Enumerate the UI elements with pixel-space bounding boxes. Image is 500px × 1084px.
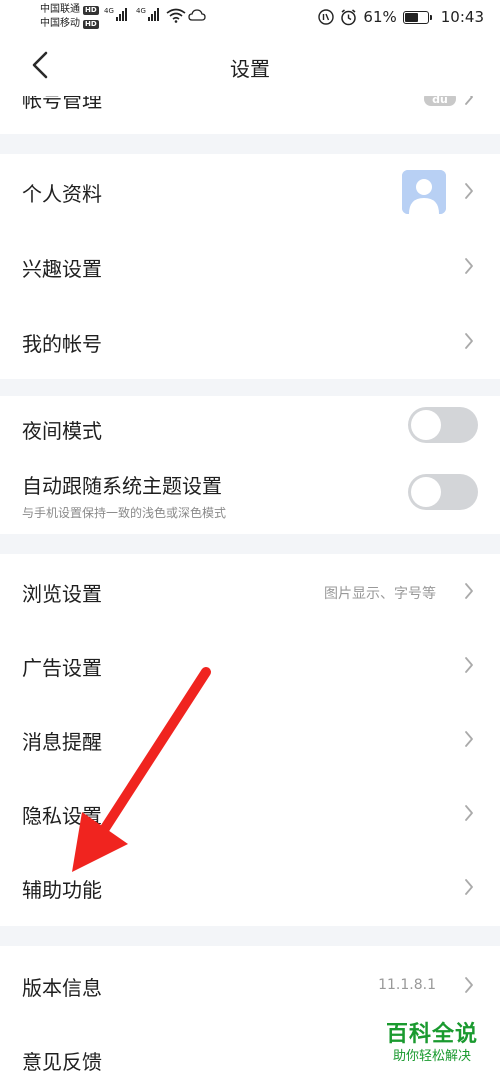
chevron-right-icon [465, 258, 473, 274]
accessibility-label: 辅助功能 [22, 878, 102, 902]
page-title: 设置 [230, 57, 270, 81]
browse-settings-value: 图片显示、字号等 [324, 586, 436, 602]
notification-settings-label: 消息提醒 [22, 730, 102, 754]
my-account-label: 我的帐号 [22, 332, 102, 356]
privacy-settings-row[interactable]: 隐私设置 [0, 776, 500, 850]
browse-settings-label: 浏览设置 [22, 582, 102, 606]
watermark-subtitle: 助你轻松解决 [392, 1049, 471, 1064]
toggle-knob [411, 477, 441, 507]
carrier-2-label: 中国移动 [40, 18, 80, 29]
toggle-knob [411, 410, 441, 440]
follow-system-theme-toggle[interactable] [408, 474, 478, 510]
status-bar: 中国联通 HD 中国移动 HD 4G 4G 61% 10:43 [0, 0, 500, 36]
weather-cloud-icon [188, 9, 206, 21]
accessibility-row[interactable]: 辅助功能 [0, 850, 500, 926]
chevron-right-icon [465, 96, 473, 105]
feedback-label: 意见反馈 [22, 1050, 102, 1074]
follow-system-theme-row: 自动跟随系统主题设置 与手机设置保持一致的浅色或深色模式 [0, 458, 500, 534]
watermark-logo: 百科全说 助你轻松解决 [376, 1022, 488, 1066]
notification-settings-row[interactable]: 消息提醒 [0, 702, 500, 776]
alarm-icon [341, 8, 357, 25]
hd-badge-2: HD [83, 19, 99, 29]
battery-percent: 61% [363, 8, 397, 26]
chevron-right-icon [465, 583, 473, 599]
version-info-label: 版本信息 [22, 976, 102, 1000]
volte-icon [318, 9, 335, 25]
follow-system-theme-label: 自动跟随系统主题设置 [22, 474, 222, 498]
ad-settings-row[interactable]: 广告设置 [0, 628, 500, 702]
chevron-right-icon [465, 183, 473, 199]
status-right: 61% 10:43 [318, 8, 484, 26]
chevron-right-icon [465, 879, 473, 895]
svg-text:du: du [432, 96, 448, 106]
chevron-right-icon [465, 977, 473, 993]
interest-settings-label: 兴趣设置 [22, 257, 102, 281]
account-management-row[interactable]: 帐号管理 du [0, 96, 500, 134]
version-number: 11.1.8.1 [378, 977, 436, 993]
watermark-title: 百科全说 [385, 1022, 478, 1047]
signal-2-icon: 4G [136, 7, 159, 21]
follow-system-theme-description: 与手机设置保持一致的浅色或深色模式 [22, 506, 227, 520]
my-account-row[interactable]: 我的帐号 [0, 304, 500, 379]
privacy-settings-label: 隐私设置 [22, 804, 102, 828]
battery-icon [402, 10, 432, 24]
version-info-row[interactable]: 版本信息 11.1.8.1 [0, 946, 500, 1022]
night-mode-row: 夜间模式 [0, 396, 500, 458]
chevron-right-icon [465, 805, 473, 821]
clock-time: 10:43 [440, 8, 484, 26]
avatar [402, 170, 446, 214]
baidu-du-logo-icon: du [424, 96, 456, 106]
night-mode-label: 夜间模式 [22, 419, 102, 443]
carrier-info: 中国联通 HD 中国移动 HD [40, 3, 99, 31]
account-management-label: 帐号管理 [22, 96, 102, 112]
profile-settings-group: 个人资料 兴趣设置 我的帐号 [0, 154, 500, 379]
browse-settings-row[interactable]: 浏览设置 图片显示、字号等 [0, 554, 500, 628]
interest-settings-row[interactable]: 兴趣设置 [0, 229, 500, 304]
general-settings-group: 浏览设置 图片显示、字号等 广告设置 消息提醒 隐私设置 辅助功能 [0, 554, 500, 926]
chevron-right-icon [465, 731, 473, 747]
wifi-icon [166, 8, 186, 23]
signal-1-icon: 4G [104, 7, 127, 21]
night-mode-toggle[interactable] [408, 407, 478, 443]
display-settings-group: 夜间模式 自动跟随系统主题设置 与手机设置保持一致的浅色或深色模式 [0, 396, 500, 534]
ad-settings-label: 广告设置 [22, 656, 102, 680]
navigation-bar: 设置 [0, 36, 500, 96]
chevron-right-icon [465, 333, 473, 349]
profile-row[interactable]: 个人资料 [0, 154, 500, 229]
chevron-right-icon [465, 657, 473, 673]
default-avatar-icon [402, 170, 446, 214]
profile-label: 个人资料 [22, 182, 102, 206]
hd-badge-1: HD [83, 5, 99, 15]
carrier-1-label: 中国联通 [40, 4, 80, 15]
